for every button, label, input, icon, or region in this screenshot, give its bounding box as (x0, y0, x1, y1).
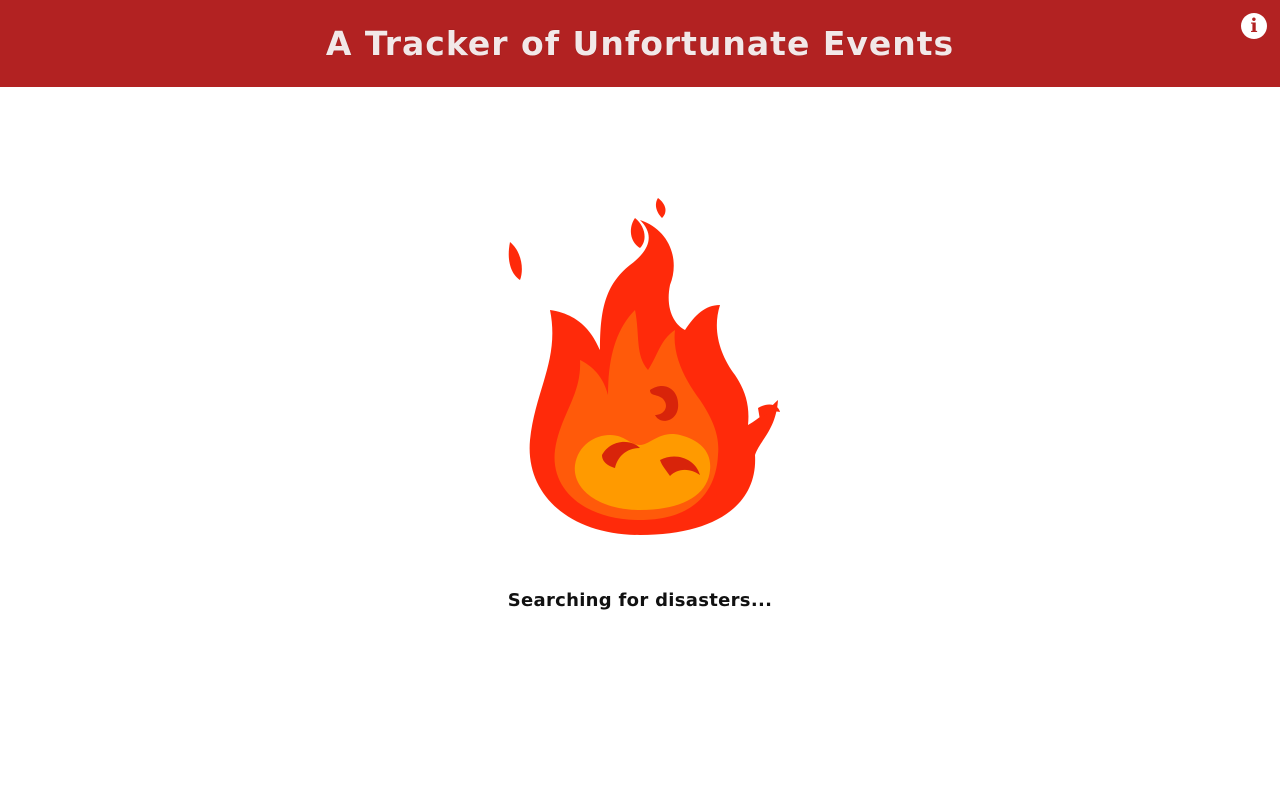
ember-1 (508, 242, 522, 280)
info-icon[interactable]: i (1241, 13, 1267, 39)
loading-status-text: Searching for disasters... (507, 590, 773, 611)
app-title: A Tracker of Unfortunate Events (325, 24, 955, 63)
app-header: A Tracker of Unfortunate Events i (0, 0, 1280, 87)
flame-inner-shape (574, 433, 711, 510)
fire-icon (490, 190, 790, 550)
ember-3 (655, 198, 666, 218)
